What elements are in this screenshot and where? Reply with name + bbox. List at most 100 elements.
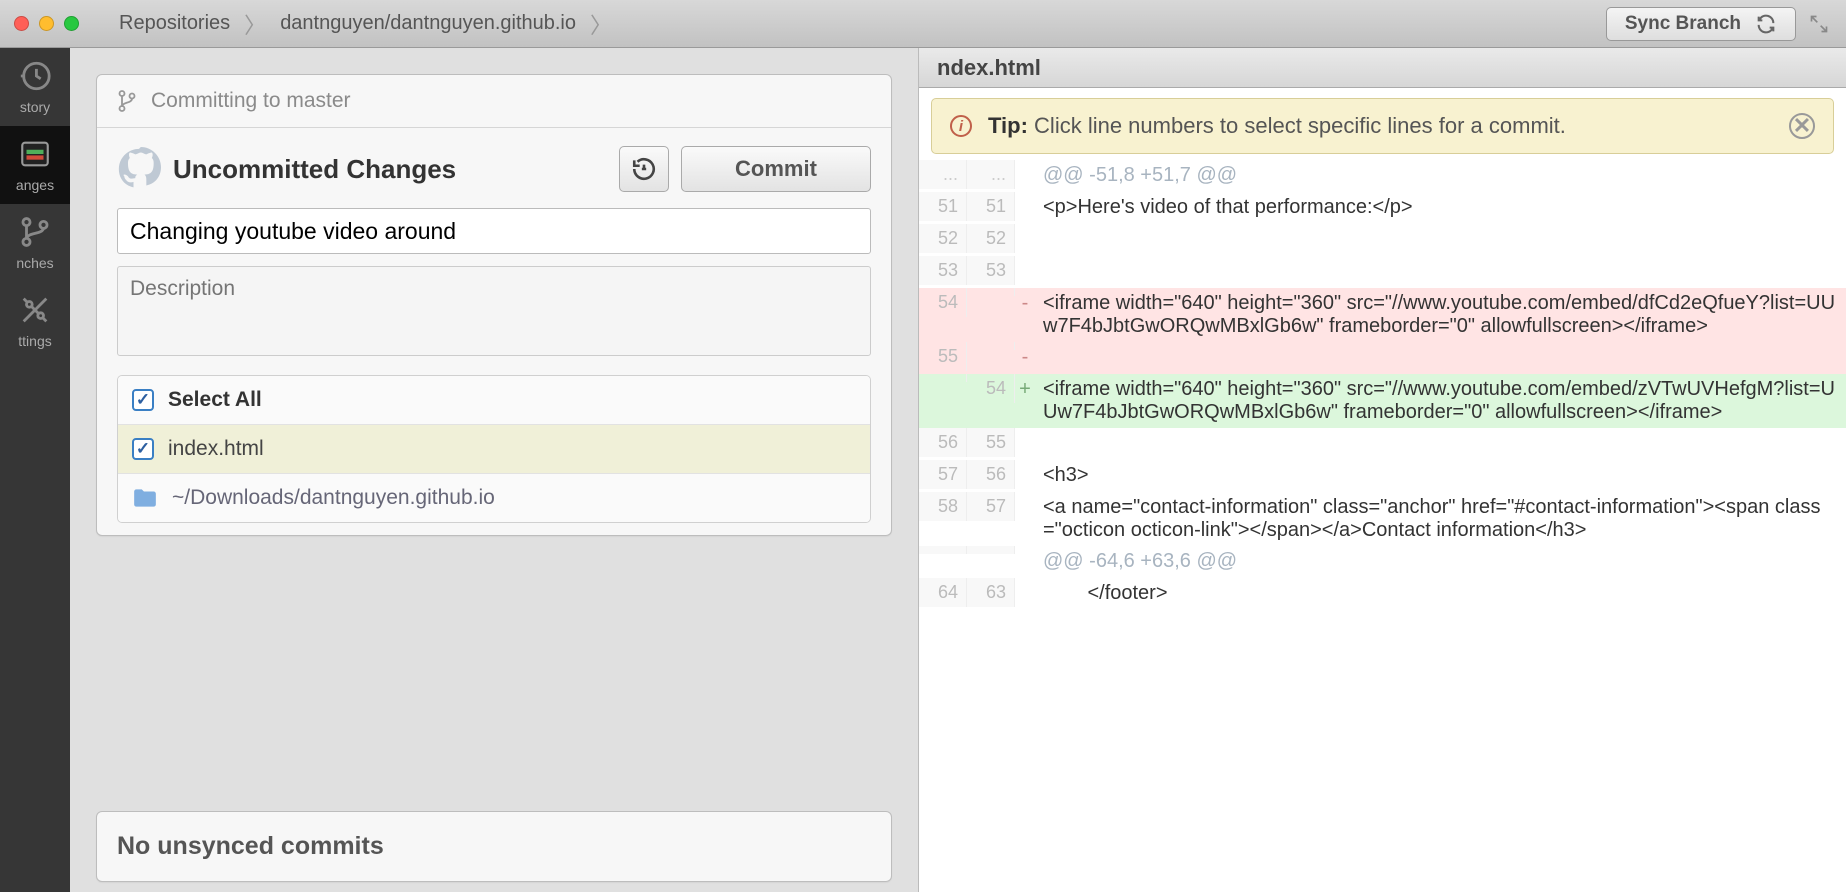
diff-line[interactable]: ...... @@ -51,8 +51,7 @@ <box>919 160 1846 192</box>
diff-sign <box>1015 224 1035 232</box>
sync-icon <box>1755 13 1777 35</box>
line-number-old[interactable]: ... <box>919 160 967 189</box>
line-number-new[interactable]: 56 <box>967 460 1015 489</box>
line-number-new[interactable] <box>967 546 1015 554</box>
diff-line[interactable]: @@ -64,6 +63,6 @@ <box>919 546 1846 578</box>
file-name: index.html <box>168 437 264 461</box>
line-number-new[interactable]: 63 <box>967 578 1015 607</box>
line-number-old[interactable]: 56 <box>919 428 967 457</box>
diff-code: <p>Here's video of that performance:</p> <box>1035 192 1846 223</box>
diff-line[interactable]: 54+<iframe width="640" height="360" src=… <box>919 374 1846 428</box>
branches-icon <box>18 215 52 249</box>
line-number-new[interactable]: 52 <box>967 224 1015 253</box>
commit-card: Committing to master Uncommitted Changes… <box>96 74 892 536</box>
diff-sign <box>1015 160 1035 168</box>
line-number-old[interactable]: 52 <box>919 224 967 253</box>
unsynced-card: No unsynced commits <box>96 811 892 882</box>
line-number-new[interactable]: 55 <box>967 428 1015 457</box>
diff-code <box>1035 224 1846 232</box>
sidebar: story anges nches ttings <box>0 48 70 892</box>
tip-bar: i Tip: Click line numbers to select spec… <box>931 98 1834 154</box>
line-number-old[interactable]: 64 <box>919 578 967 607</box>
line-number-new[interactable]: 51 <box>967 192 1015 221</box>
diff-code <box>1035 342 1846 350</box>
refresh-button[interactable] <box>619 146 669 192</box>
sidebar-item-history[interactable]: story <box>0 48 70 126</box>
diff-line[interactable]: 54-<iframe width="640" height="360" src=… <box>919 288 1846 342</box>
sidebar-item-label: anges <box>16 177 54 193</box>
diff-line[interactable]: 5756<h3> <box>919 460 1846 492</box>
zoom-window[interactable] <box>64 16 79 31</box>
line-number-old[interactable]: 54 <box>919 288 967 317</box>
diff-line[interactable]: 5252 <box>919 224 1846 256</box>
commit-panel: Committing to master Uncommitted Changes… <box>70 48 918 892</box>
line-number-new[interactable]: 57 <box>967 492 1015 521</box>
close-window[interactable] <box>14 16 29 31</box>
sync-branch-label: Sync Branch <box>1625 13 1741 35</box>
line-number-new[interactable]: 53 <box>967 256 1015 285</box>
repo-path-row[interactable]: ~/Downloads/dantnguyen.github.io <box>118 474 870 522</box>
changes-icon <box>18 137 52 171</box>
diff-sign <box>1015 546 1035 554</box>
unsynced-text: No unsynced commits <box>117 832 871 861</box>
select-all-row[interactable]: ✓ Select All <box>118 376 870 425</box>
line-number-new[interactable]: ... <box>967 160 1015 189</box>
repo-path: ~/Downloads/dantnguyen.github.io <box>172 486 495 510</box>
line-number-old[interactable]: 53 <box>919 256 967 285</box>
sync-branch-button[interactable]: Sync Branch <box>1606 7 1796 41</box>
tip-text: Click line numbers to select specific li… <box>1034 113 1566 138</box>
info-icon: i <box>950 115 972 137</box>
diff-code: @@ -51,8 +51,7 @@ <box>1035 160 1846 191</box>
line-number-new[interactable] <box>967 288 1015 296</box>
sidebar-item-label: nches <box>16 255 53 271</box>
fullscreen-button[interactable] <box>1806 11 1832 37</box>
minimize-window[interactable] <box>39 16 54 31</box>
diff-sign: + <box>1015 374 1035 405</box>
diff-sign: - <box>1015 342 1035 373</box>
line-number-new[interactable]: 54 <box>967 374 1015 403</box>
commit-summary-input[interactable] <box>117 208 871 254</box>
diff-sign <box>1015 192 1035 200</box>
checkbox-checked-icon[interactable]: ✓ <box>132 438 154 460</box>
diff-filename: ndex.html <box>919 48 1846 88</box>
line-number-old[interactable]: 58 <box>919 492 967 521</box>
titlebar: Repositories 〉 dantnguyen/dantnguyen.git… <box>0 0 1846 48</box>
settings-icon <box>18 293 52 327</box>
sidebar-item-label: story <box>20 99 50 115</box>
diff-line[interactable]: 5151 <p>Here's video of that performance:… <box>919 192 1846 224</box>
diff-code: </footer> <box>1035 578 1846 609</box>
diff-code <box>1035 256 1846 264</box>
sidebar-item-branches[interactable]: nches <box>0 204 70 282</box>
diff-line[interactable]: 5655 <box>919 428 1846 460</box>
breadcrumb-repositories[interactable]: Repositories <box>107 8 242 39</box>
sidebar-item-changes[interactable]: anges <box>0 126 70 204</box>
line-number-old[interactable] <box>919 374 967 382</box>
refresh-icon <box>631 156 657 182</box>
select-all-label: Select All <box>168 388 262 412</box>
close-tip-button[interactable]: ✕ <box>1789 113 1815 139</box>
file-row[interactable]: ✓ index.html <box>118 425 870 474</box>
sidebar-item-settings[interactable]: ttings <box>0 282 70 360</box>
line-number-old[interactable]: 57 <box>919 460 967 489</box>
diff-code <box>1035 428 1846 436</box>
commit-branch-header: Committing to master <box>97 75 891 128</box>
window-controls <box>14 16 79 31</box>
line-number-new[interactable] <box>967 342 1015 350</box>
diff-sign <box>1015 428 1035 436</box>
history-icon <box>18 59 52 93</box>
line-number-old[interactable] <box>919 546 967 554</box>
diff-line[interactable]: 6463 </footer> <box>919 578 1846 610</box>
line-number-old[interactable]: 51 <box>919 192 967 221</box>
diff-sign: - <box>1015 288 1035 319</box>
diff-line[interactable]: 55 - <box>919 342 1846 374</box>
branch-text: Committing to master <box>151 89 351 113</box>
commit-description-input[interactable] <box>117 266 871 356</box>
octocat-icon <box>117 147 161 191</box>
breadcrumb-repo[interactable]: dantnguyen/dantnguyen.github.io <box>268 8 588 39</box>
diff-line[interactable]: 5353 <box>919 256 1846 288</box>
commit-button[interactable]: Commit <box>681 146 871 192</box>
line-number-old[interactable]: 55 <box>919 342 967 371</box>
checkbox-checked-icon[interactable]: ✓ <box>132 389 154 411</box>
diff-line[interactable]: 5857<a name="contact-information" class=… <box>919 492 1846 546</box>
diff-body: ...... @@ -51,8 +51,7 @@ 5151 <p>Here's vid… <box>919 160 1846 892</box>
